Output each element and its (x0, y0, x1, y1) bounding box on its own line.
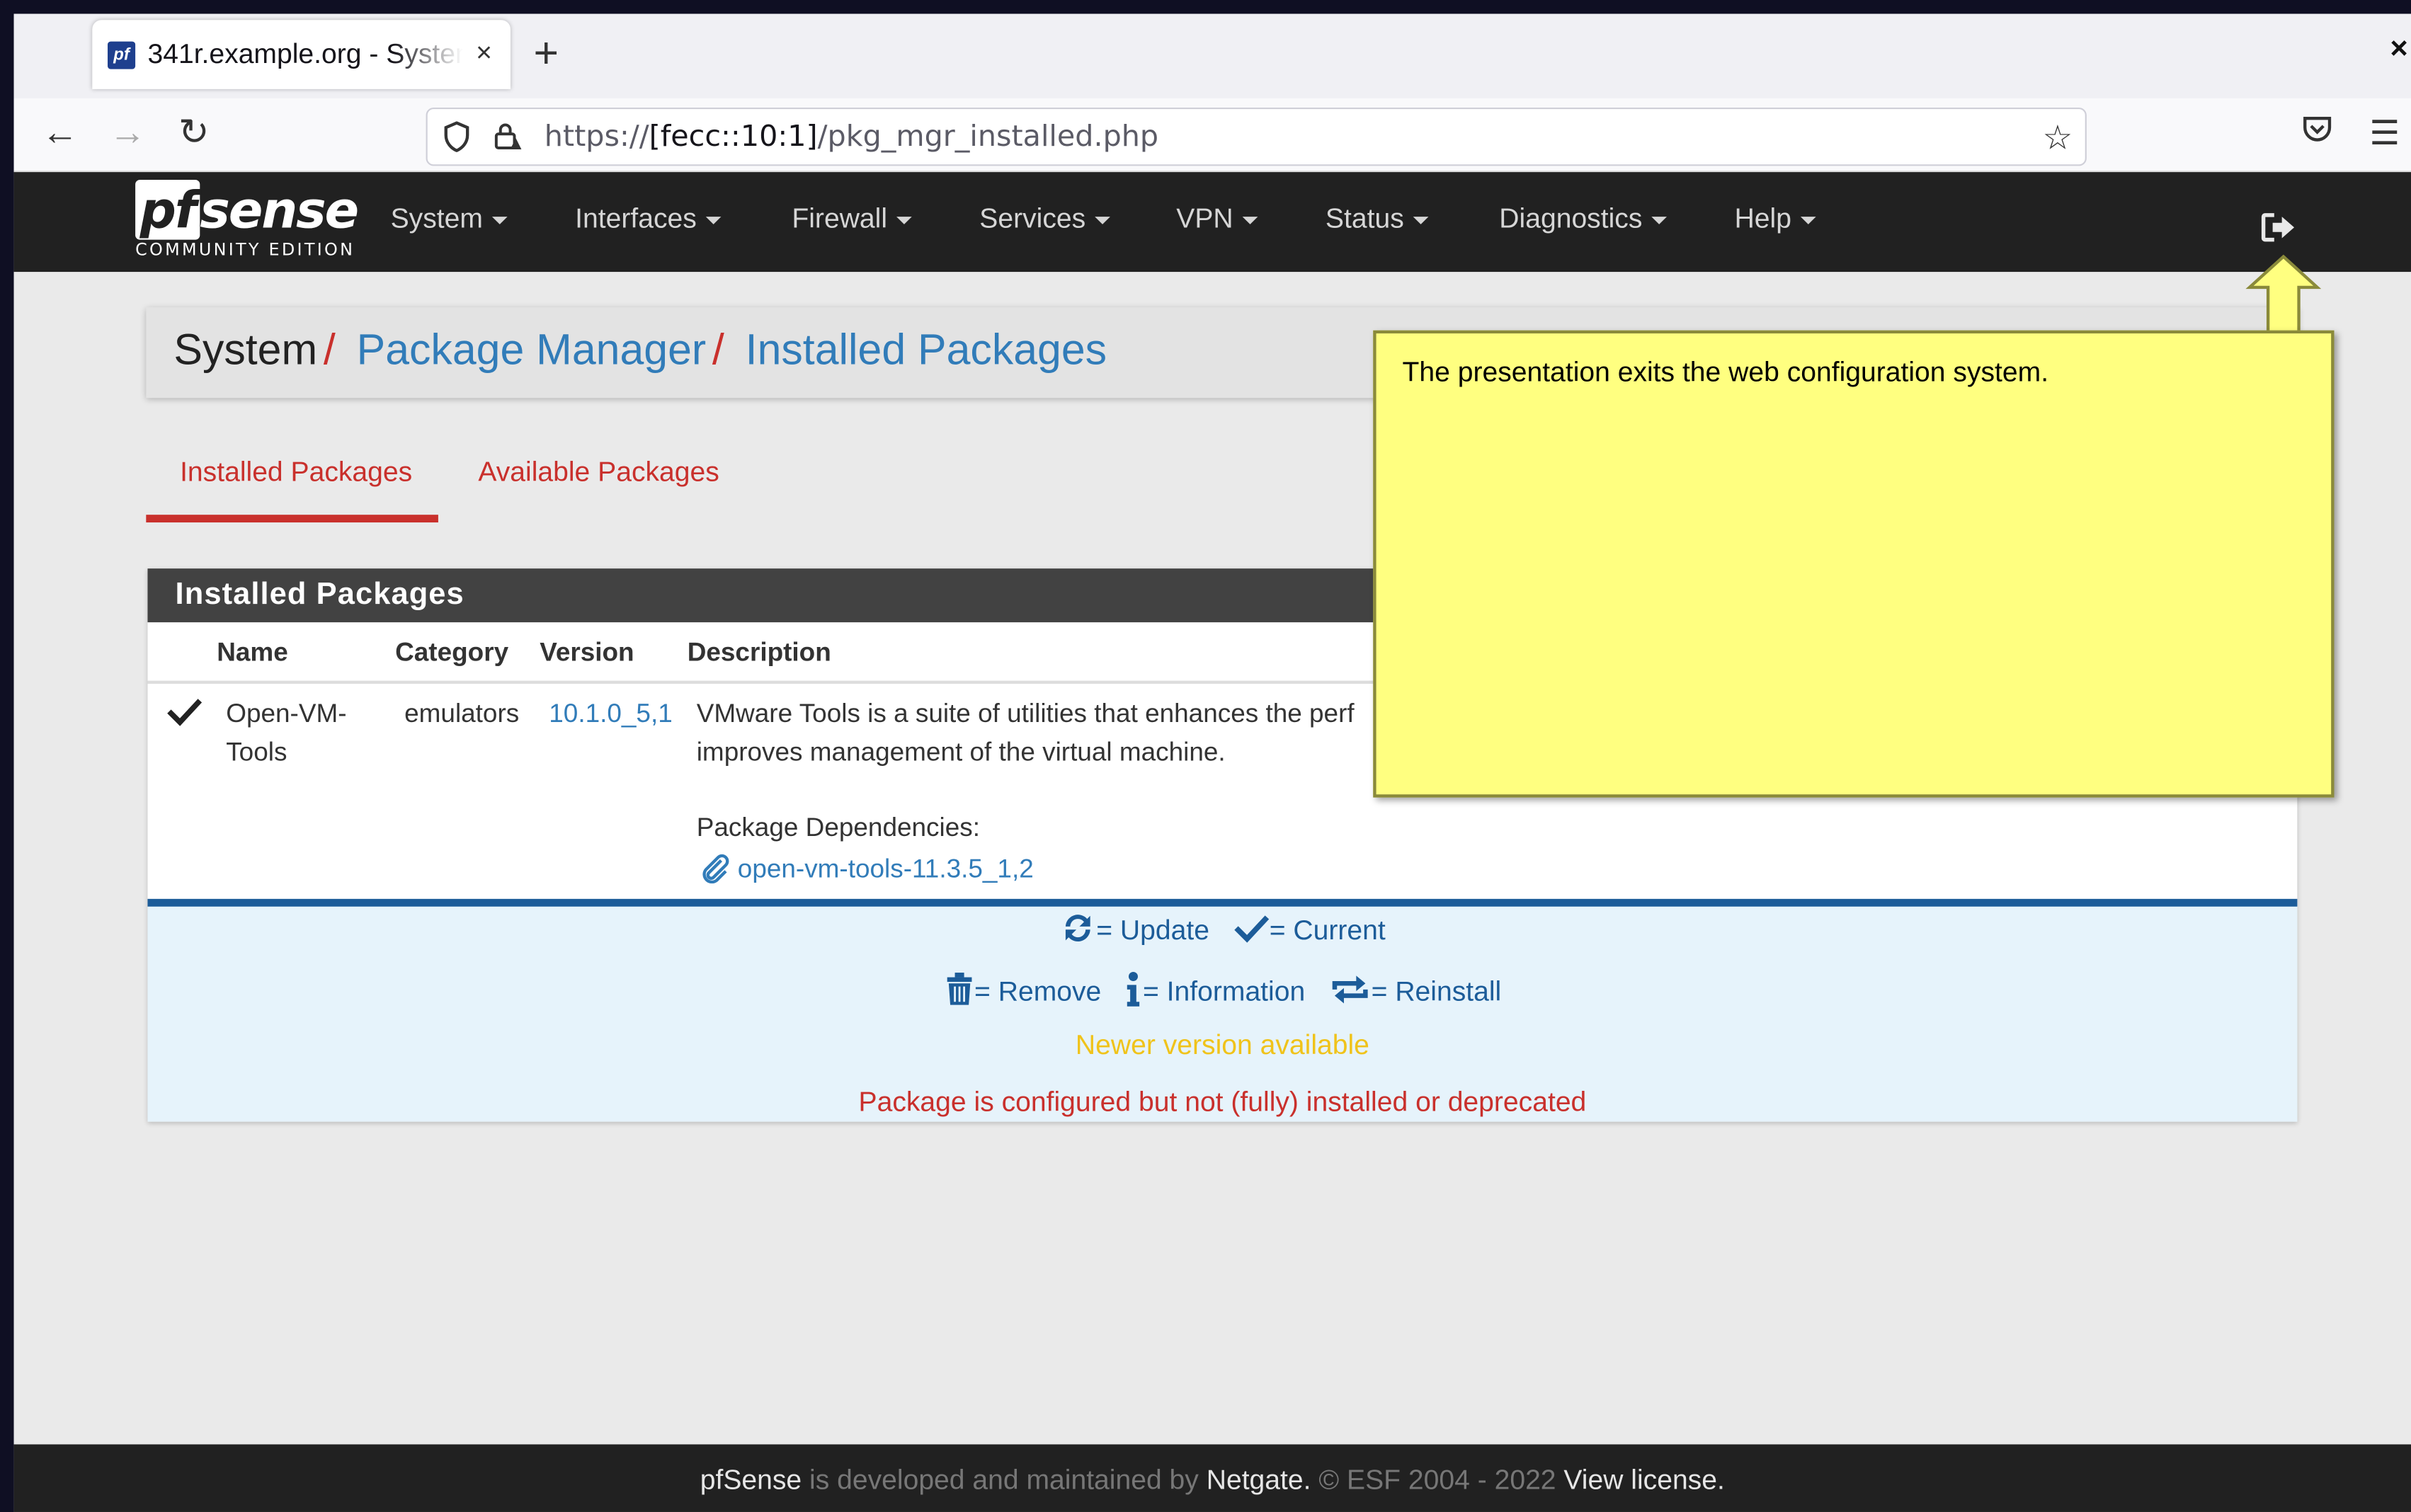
column-category: Category (395, 637, 509, 668)
pfsense-favicon-icon: pf (108, 40, 136, 69)
tab-strip: pf 341r.example.org - System: Package Ma… (13, 13, 2411, 98)
current-icon (1233, 912, 1270, 951)
footer-netgate-link[interactable]: Netgate. (1207, 1465, 1311, 1495)
shield-icon[interactable] (443, 121, 473, 152)
legend-remove: = Remove (974, 975, 1102, 1007)
menu-help[interactable]: Help (1735, 203, 1816, 236)
breadcrumb-installed-packages[interactable]: Installed Packages (746, 326, 1107, 373)
window-close-button[interactable]: × (2390, 33, 2407, 68)
tab-close-icon[interactable]: × (476, 37, 492, 69)
callout-text: The presentation exits the web configura… (1402, 356, 2049, 388)
page-footer: pfSense is developed and maintained by N… (13, 1444, 2411, 1512)
column-name: Name (217, 637, 288, 668)
menu-firewall[interactable]: Firewall (792, 203, 912, 236)
menu-interfaces[interactable]: Interfaces (575, 203, 722, 236)
menu-hamburger-icon[interactable]: ☰ (2369, 114, 2400, 154)
package-category: emulators (404, 699, 520, 728)
menu-system[interactable]: System (391, 203, 508, 236)
lock-warning-icon[interactable] (492, 120, 523, 154)
browser-tab[interactable]: pf 341r.example.org - System: Package Ma… (92, 20, 511, 89)
legend-update: = Update (1096, 915, 1209, 946)
reload-icon[interactable]: ↻ (178, 113, 210, 154)
menu-vpn[interactable]: VPN (1176, 203, 1258, 236)
legend-information: = Information (1142, 975, 1306, 1007)
reinstall-icon (1328, 974, 1372, 1012)
url-text: https://[fecc::10:1]/pkg_mgr_installed.p… (544, 120, 1159, 154)
package-dependencies-label: Package Dependencies: (696, 813, 980, 842)
legend-newer-version: Newer version available (1075, 1029, 1369, 1060)
logout-icon[interactable] (2260, 212, 2297, 251)
column-description: Description (687, 637, 831, 668)
package-description: VMware Tools is a suite of utilities tha… (696, 699, 1355, 767)
tab-title: 341r.example.org - System: Package Manag… (147, 38, 462, 69)
menu-status[interactable]: Status (1326, 203, 1429, 236)
trash-icon (944, 973, 974, 1014)
url-bar[interactable]: https://[fecc::10:1]/pkg_mgr_installed.p… (426, 107, 2087, 166)
breadcrumb-separator: / (712, 326, 724, 374)
legend-panel: = Update = Current = Remove = Informatio… (147, 898, 2298, 1122)
menu-diagnostics[interactable]: Diagnostics (1499, 203, 1668, 236)
forward-arrow-icon[interactable]: → (109, 113, 146, 154)
legend-current: = Current (1269, 915, 1386, 946)
legend-line-2: = Remove = Information = Reinstall (147, 971, 2297, 1016)
legend-line-1: = Update = Current (147, 910, 2297, 954)
pocket-icon[interactable] (2302, 114, 2332, 154)
column-version: Version (540, 637, 634, 668)
nav-toolbar: ← → ↻ https://[fecc::10:1]/pkg_mgr_insta… (13, 98, 2411, 173)
view-license-link[interactable]: View license. (1563, 1465, 1724, 1495)
info-icon (1124, 971, 1143, 1016)
new-tab-button[interactable]: + (534, 31, 559, 76)
breadcrumb-package-manager[interactable]: Package Manager (357, 326, 707, 373)
bookmark-star-icon[interactable]: ☆ (2042, 118, 2073, 158)
package-version-link[interactable]: 10.1.0_5,1 (549, 694, 673, 733)
current-check-icon (166, 696, 203, 738)
pfsense-logo[interactable]: pf sense COMMUNITY EDITION (135, 179, 359, 260)
browser-window: pf 341r.example.org - System: Package Ma… (13, 13, 2411, 1512)
update-icon (1059, 910, 1096, 954)
tab-installed-packages[interactable]: Installed Packages (146, 457, 438, 523)
legend-reinstall: = Reinstall (1371, 975, 1502, 1007)
pfsense-navbar: pf sense COMMUNITY EDITION System Interfa… (13, 172, 2411, 273)
breadcrumb-system: System (173, 326, 318, 374)
package-name: Open-VM- Tools (226, 699, 347, 767)
menu-services[interactable]: Services (979, 203, 1110, 236)
footer-brand: pfSense (700, 1464, 802, 1496)
dependency-link[interactable]: open-vm-tools-11.3.5_1,2 (700, 849, 1034, 888)
back-arrow-icon[interactable]: ← (42, 113, 79, 154)
breadcrumb-separator: / (323, 326, 336, 374)
tab-available-packages[interactable]: Available Packages (478, 457, 719, 489)
legend-configured-warning: Package is configured but not (fully) in… (858, 1086, 1587, 1118)
callout-arrow (2245, 254, 2322, 343)
tutorial-callout: The presentation exits the web configura… (1373, 330, 2335, 798)
